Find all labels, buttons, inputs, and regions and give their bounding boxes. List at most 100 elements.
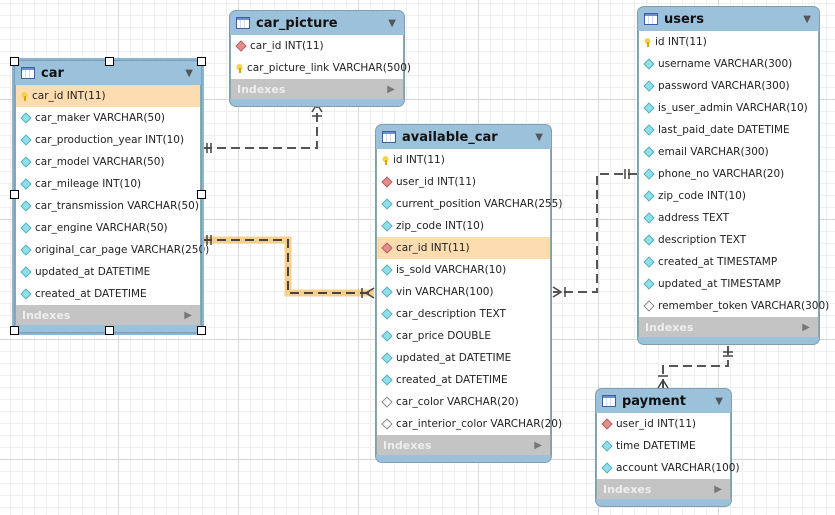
- expand-arrow-icon[interactable]: ▶: [802, 322, 810, 333]
- column-list: user_id INT(11) time DATETIME account VARC…: [596, 413, 740, 479]
- expand-arrow-icon[interactable]: ▶: [387, 84, 395, 95]
- not-null-icon: [381, 308, 393, 320]
- relationship-car-car-picture[interactable]: [203, 104, 318, 149]
- column-row[interactable]: user_id INT(11): [377, 171, 550, 193]
- table-available-car[interactable]: available_car ▼ id INT(11) user_id INT(11) c…: [375, 124, 562, 463]
- table-name: car: [41, 65, 64, 81]
- primary-key-icon: [20, 91, 29, 101]
- indexes-label: Indexes: [603, 482, 652, 496]
- column-row[interactable]: car_production_year INT(10): [16, 129, 200, 151]
- table-header[interactable]: users ▼: [638, 7, 819, 31]
- column-row[interactable]: car_id INT(11): [16, 85, 200, 107]
- indexes-section[interactable]: Indexes ▶: [638, 317, 819, 337]
- column-row[interactable]: username VARCHAR(300): [639, 53, 818, 75]
- collapse-arrow-icon[interactable]: ▼: [388, 18, 396, 29]
- column-row[interactable]: zip_code INT(10): [377, 215, 550, 237]
- column-row[interactable]: user_id INT(11): [597, 413, 730, 435]
- indexes-label: Indexes: [22, 308, 71, 322]
- not-null-icon: [643, 80, 655, 92]
- column-row[interactable]: password VARCHAR(300): [639, 75, 818, 97]
- column-row[interactable]: updated_at DATETIME: [377, 347, 550, 369]
- resize-handle[interactable]: [197, 57, 206, 66]
- not-null-icon: [643, 58, 655, 70]
- collapse-arrow-icon[interactable]: ▼: [715, 396, 723, 407]
- column-row[interactable]: is_sold VARCHAR(10): [377, 259, 550, 281]
- table-header[interactable]: available_car ▼: [376, 125, 551, 149]
- table-users[interactable]: users ▼ id INT(11) username VARCHAR(300) pas…: [637, 6, 829, 345]
- indexes-section[interactable]: Indexes ▶: [230, 79, 404, 99]
- table-car[interactable]: car ▼ car_id INT(11) car_maker VARCHAR(50) c…: [12, 58, 209, 335]
- column-row[interactable]: email VARCHAR(300): [639, 141, 818, 163]
- resize-handle[interactable]: [197, 326, 206, 335]
- column-row[interactable]: created_at TIMESTAMP: [639, 251, 818, 273]
- resize-handle[interactable]: [10, 326, 19, 335]
- column-row[interactable]: car_interior_color VARCHAR(20): [377, 413, 562, 435]
- column-row[interactable]: id INT(11): [639, 31, 818, 53]
- collapse-arrow-icon[interactable]: ▼: [535, 132, 543, 143]
- column-row[interactable]: phone_no VARCHAR(20): [639, 163, 818, 185]
- column-row[interactable]: account VARCHAR(100): [597, 457, 740, 479]
- column-text: updated_at DATETIME: [396, 352, 512, 364]
- column-row[interactable]: original_car_page VARCHAR(250): [16, 239, 209, 261]
- resize-handle[interactable]: [105, 57, 114, 66]
- column-row[interactable]: created_at DATETIME: [16, 283, 200, 305]
- not-null-icon: [643, 234, 655, 246]
- table-header[interactable]: car_picture ▼: [230, 11, 404, 35]
- table-payment[interactable]: payment ▼ user_id INT(11) time DATETIME acco…: [595, 388, 740, 507]
- resize-handle[interactable]: [10, 190, 19, 199]
- column-text: car_mileage INT(10): [35, 178, 142, 190]
- collapse-arrow-icon[interactable]: ▼: [185, 68, 193, 79]
- column-row[interactable]: car_model VARCHAR(50): [16, 151, 200, 173]
- column-row[interactable]: car_id INT(11): [377, 237, 550, 259]
- column-text: zip_code INT(10): [658, 190, 746, 202]
- indexes-label: Indexes: [383, 438, 432, 452]
- relationship-users-payment[interactable]: [662, 346, 729, 388]
- column-text: user_id INT(11): [616, 418, 696, 430]
- resize-handle[interactable]: [105, 326, 114, 335]
- column-text: time DATETIME: [616, 440, 696, 452]
- column-row[interactable]: car_description TEXT: [377, 303, 550, 325]
- resize-handle[interactable]: [197, 190, 206, 199]
- column-row[interactable]: is_user_admin VARCHAR(10): [639, 97, 818, 119]
- expand-arrow-icon[interactable]: ▶: [534, 440, 542, 451]
- column-row[interactable]: car_color VARCHAR(20): [377, 391, 550, 413]
- table-header[interactable]: payment ▼: [596, 389, 731, 413]
- column-row[interactable]: car_picture_link VARCHAR(500): [231, 57, 411, 79]
- column-row[interactable]: remember_token VARCHAR(300): [639, 295, 829, 317]
- expand-arrow-icon[interactable]: ▶: [714, 484, 722, 495]
- column-row[interactable]: current_position VARCHAR(255): [377, 193, 562, 215]
- column-text: remember_token VARCHAR(300): [658, 300, 830, 312]
- column-row[interactable]: car_engine VARCHAR(50): [16, 217, 200, 239]
- relationship-users-available-car[interactable]: [553, 173, 637, 293]
- not-null-icon: [381, 220, 393, 232]
- column-row[interactable]: car_maker VARCHAR(50): [16, 107, 200, 129]
- column-row[interactable]: car_id INT(11): [231, 35, 403, 57]
- column-row[interactable]: car_price DOUBLE: [377, 325, 550, 347]
- collapse-arrow-icon[interactable]: ▼: [803, 14, 811, 25]
- column-row[interactable]: address TEXT: [639, 207, 818, 229]
- column-row[interactable]: vin VARCHAR(100): [377, 281, 550, 303]
- resize-handle[interactable]: [10, 57, 19, 66]
- not-null-icon: [20, 134, 32, 146]
- column-row[interactable]: updated_at DATETIME: [16, 261, 200, 283]
- column-text: email VARCHAR(300): [658, 146, 769, 158]
- column-row[interactable]: zip_code INT(10): [639, 185, 818, 207]
- expand-arrow-icon[interactable]: ▶: [184, 310, 192, 321]
- column-text: user_id INT(11): [396, 176, 476, 188]
- column-row[interactable]: car_mileage INT(10): [16, 173, 200, 195]
- column-list: id INT(11) username VARCHAR(300) password …: [638, 31, 829, 317]
- column-row[interactable]: time DATETIME: [597, 435, 730, 457]
- table-icon: [602, 395, 616, 407]
- column-row[interactable]: id INT(11): [377, 149, 550, 171]
- table-icon: [382, 131, 396, 143]
- indexes-section[interactable]: Indexes ▶: [15, 305, 201, 325]
- indexes-section[interactable]: Indexes ▶: [596, 479, 731, 499]
- column-row[interactable]: updated_at TIMESTAMP: [639, 273, 818, 295]
- not-null-icon: [20, 244, 32, 256]
- column-row[interactable]: last_paid_date DATETIME: [639, 119, 818, 141]
- column-row[interactable]: description TEXT: [639, 229, 818, 251]
- column-row[interactable]: created_at DATETIME: [377, 369, 550, 391]
- indexes-section[interactable]: Indexes ▶: [376, 435, 551, 455]
- table-car-picture[interactable]: car_picture ▼ car_id INT(11) car_picture_li…: [229, 10, 411, 107]
- column-row[interactable]: car_transmission VARCHAR(50): [16, 195, 200, 217]
